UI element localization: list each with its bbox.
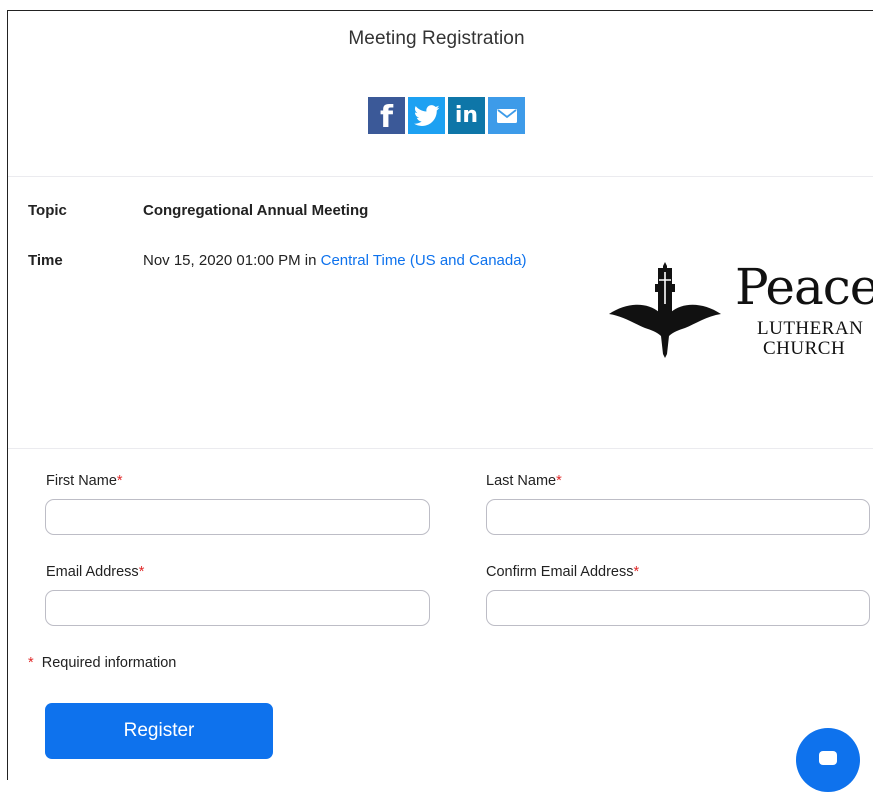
twitter-bird-glyph [413,104,440,126]
twitter-icon[interactable] [408,97,445,134]
email-icon[interactable] [488,97,525,134]
chat-bubble-icon [819,751,837,765]
email-label: Email Address* [46,564,144,580]
email-label-text: Email Address [46,564,139,580]
divider [8,176,873,177]
chat-button[interactable] [796,728,860,792]
logo-lutheran: LUTHERAN [757,318,864,339]
first-name-label-text: First Name [46,473,117,489]
time-label: Time [28,252,63,269]
first-name-label: First Name* [46,473,123,489]
facebook-icon[interactable]: f [368,97,405,135]
linkedin-icon[interactable]: in [448,97,485,134]
required-info-note: * Required information [28,655,176,671]
page-title: Meeting Registration [348,28,525,49]
topic-value: Congregational Annual Meeting [143,202,369,219]
envelope-glyph [496,108,517,123]
required-asterisk: * [556,473,562,489]
share-buttons: f in [368,97,525,135]
first-name-input[interactable] [45,499,430,535]
church-logo: Peace LUTHERAN CHURCH [607,258,873,362]
facebook-glyph: f [379,100,394,135]
logo-peace: Peace [735,258,873,316]
last-name-label-text: Last Name [486,473,557,489]
dove-cross-emblem [609,262,721,358]
confirm-email-label: Confirm Email Address* [486,564,639,580]
email-input[interactable] [45,590,430,626]
divider [8,448,873,449]
required-asterisk: * [633,564,640,580]
linkedin-glyph: in [454,103,479,128]
time-text: Nov 15, 2020 01:00 PM in [143,252,321,269]
time-value: Nov 15, 2020 01:00 PM in Central Time (U… [143,252,527,269]
required-asterisk: * [116,473,123,489]
timezone-link[interactable]: Central Time (US and Canada) [321,252,527,269]
last-name-input[interactable] [486,499,870,535]
confirm-email-input[interactable] [486,590,870,626]
confirm-email-label-text: Confirm Email Address [486,564,634,580]
topic-label: Topic [28,202,67,219]
logo-church: CHURCH [763,338,846,359]
required-asterisk: * [28,655,34,671]
required-info-text: Required information [41,655,177,671]
register-button[interactable]: Register [45,703,273,759]
last-name-label: Last Name* [486,473,562,489]
required-asterisk: * [138,564,145,580]
